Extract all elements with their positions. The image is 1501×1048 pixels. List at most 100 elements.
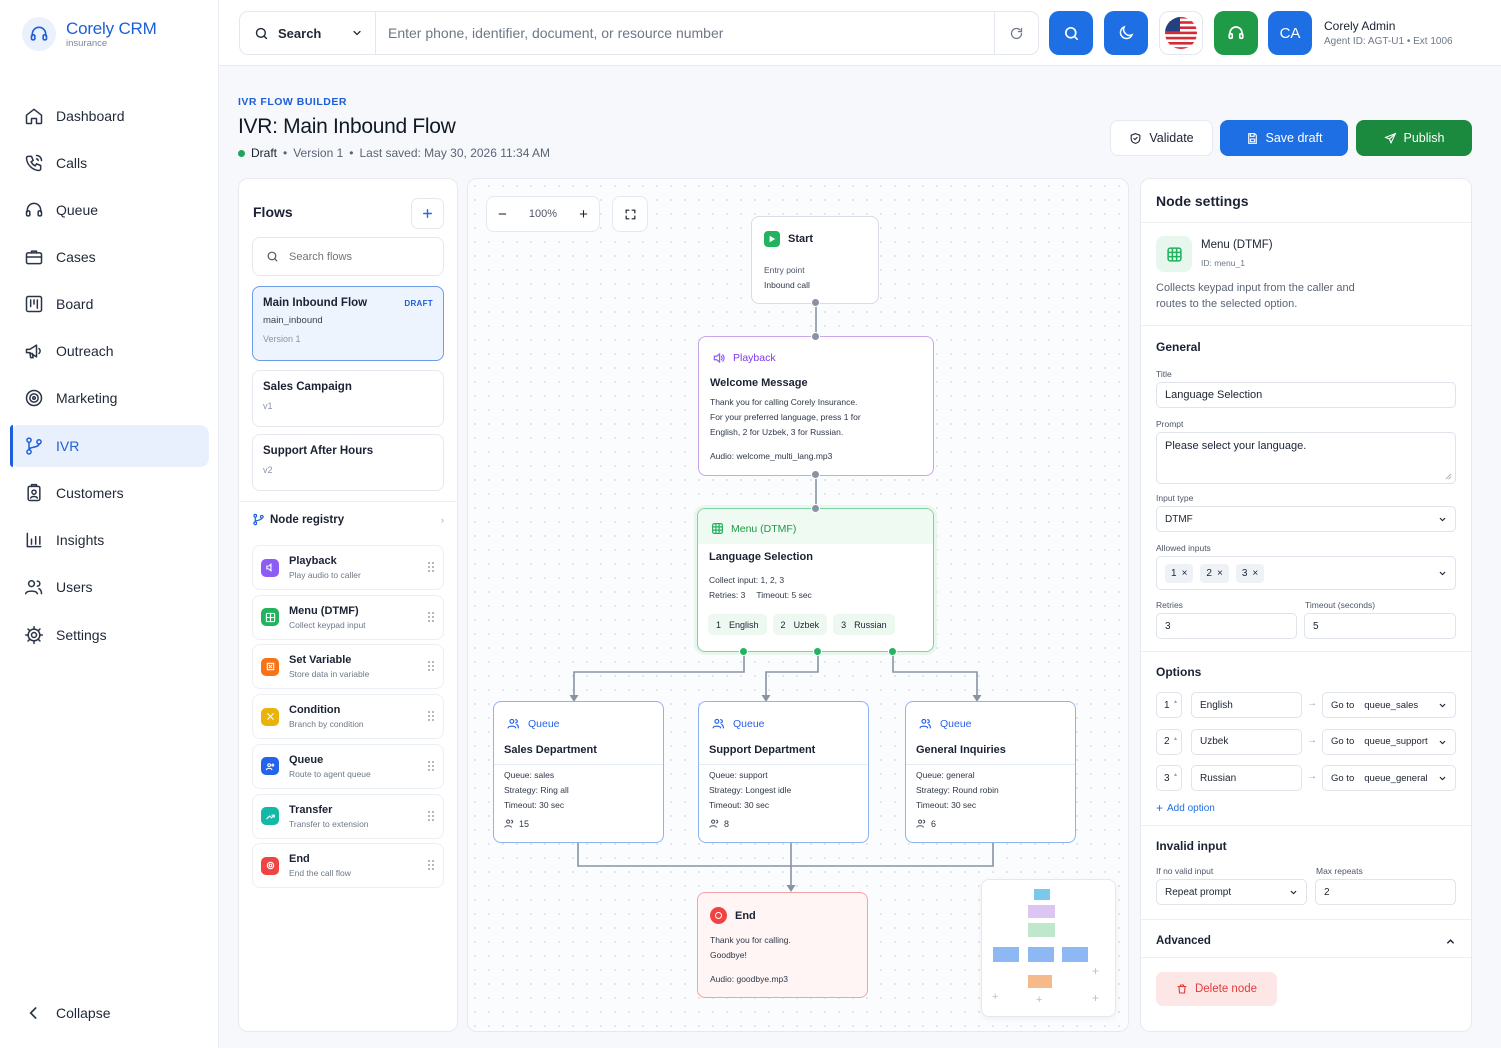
close-icon[interactable]: × bbox=[1182, 568, 1188, 579]
option-target-select[interactable]: Go to queue_sales bbox=[1322, 692, 1456, 718]
option-key-select[interactable]: 1 ▴ bbox=[1156, 692, 1182, 718]
headset-status-button[interactable] bbox=[1214, 11, 1258, 55]
allowed-input-tag[interactable]: 2 × bbox=[1200, 563, 1229, 583]
registry-item-set-variable[interactable]: Set Variable Store data in variable bbox=[252, 644, 444, 690]
option-key-select[interactable]: 2 ▴ bbox=[1156, 728, 1182, 755]
drag-handle-icon[interactable] bbox=[427, 710, 435, 722]
delete-node-button[interactable]: Delete node bbox=[1156, 972, 1277, 1006]
flow-item-support-after-hours[interactable]: Support After Hours v2 bbox=[252, 434, 444, 491]
sidebar-item-settings[interactable]: Settings bbox=[10, 614, 209, 656]
drag-handle-icon[interactable] bbox=[427, 561, 435, 573]
search-input[interactable] bbox=[376, 12, 994, 54]
sidebar-item-ivr[interactable]: IVR bbox=[10, 425, 209, 467]
node-title-field[interactable]: Language Selection bbox=[1156, 382, 1456, 408]
search-button[interactable] bbox=[1049, 11, 1093, 55]
allowed-input-tag[interactable]: 3 × bbox=[1235, 563, 1265, 583]
zoom-out-button[interactable]: − bbox=[498, 206, 507, 223]
search-type-select[interactable]: Search bbox=[240, 12, 376, 54]
registry-item-condition[interactable]: Condition Branch by condition bbox=[252, 694, 444, 740]
sidebar-item-marketing[interactable]: Marketing bbox=[10, 377, 209, 419]
user-avatar[interactable]: CA bbox=[1268, 11, 1312, 55]
menu-output-port-2[interactable] bbox=[813, 647, 822, 656]
fit-view-button[interactable] bbox=[612, 196, 648, 232]
sidebar-item-customers[interactable]: Customers bbox=[10, 472, 209, 514]
sidebar-item-outreach[interactable]: Outreach bbox=[10, 330, 209, 372]
menu-option-chips: 1 English 2 Uzbek 3 Russian bbox=[708, 614, 901, 635]
allowed-input-tag[interactable]: 1 × bbox=[1165, 563, 1194, 583]
publish-button[interactable]: Publish bbox=[1356, 120, 1472, 156]
user-info[interactable]: Corely Admin Agent ID: AGT-U1 • Ext 1006 bbox=[1324, 19, 1453, 47]
end-icon bbox=[261, 856, 279, 875]
sidebar-item-cases[interactable]: Cases bbox=[10, 236, 209, 278]
general-section-title: General bbox=[1156, 340, 1201, 354]
sidebar-item-queue[interactable]: Queue bbox=[10, 189, 209, 231]
drag-handle-icon[interactable] bbox=[427, 611, 435, 623]
start-node[interactable]: Start Entry point Inbound call bbox=[751, 216, 879, 304]
drag-handle-icon[interactable] bbox=[427, 760, 435, 772]
flow-canvas[interactable]: − 100% + Start Entry point Inbound call … bbox=[467, 178, 1129, 1032]
transfer-icon bbox=[261, 807, 279, 825]
validate-button[interactable]: Validate bbox=[1110, 120, 1213, 156]
sidebar-item-insights[interactable]: Insights bbox=[10, 519, 209, 561]
add-flow-button[interactable] bbox=[411, 198, 444, 229]
drag-handle-icon[interactable] bbox=[427, 859, 435, 871]
menu-dtmf-node[interactable]: Menu (DTMF) Language Selection Collect i… bbox=[697, 508, 934, 652]
flows-search-input[interactable] bbox=[289, 250, 429, 263]
save-draft-button[interactable]: Save draft bbox=[1220, 120, 1348, 156]
no-valid-input-select[interactable]: Repeat prompt bbox=[1156, 879, 1307, 905]
close-icon[interactable]: × bbox=[1217, 568, 1223, 579]
flow-item-main-inbound[interactable]: Main Inbound Flow DRAFT main_inbound Ver… bbox=[252, 286, 444, 361]
flow-item-sales-campaign[interactable]: Sales Campaign v1 bbox=[252, 370, 444, 427]
close-icon[interactable]: × bbox=[1252, 568, 1258, 579]
option-chip-3[interactable]: 3 Russian bbox=[833, 614, 895, 635]
option-chip-2[interactable]: 2 Uzbek bbox=[772, 614, 828, 635]
queue-node-general[interactable]: Queue General Inquiries Queue: general Stra… bbox=[905, 701, 1076, 843]
language-button[interactable] bbox=[1159, 11, 1203, 55]
sidebar-item-calls[interactable]: Calls bbox=[10, 142, 209, 184]
theme-toggle-button[interactable] bbox=[1104, 11, 1148, 55]
sidebar-item-dashboard[interactable]: Dashboard bbox=[10, 95, 209, 137]
queue-node-sales[interactable]: Queue Sales Department Queue: sales Strateg… bbox=[493, 701, 664, 843]
playback-node[interactable]: Playback Welcome Message Thank you for c… bbox=[698, 336, 934, 476]
registry-item-transfer[interactable]: Transfer Transfer to extension bbox=[252, 793, 444, 839]
registry-item-queue[interactable]: Queue Route to agent queue bbox=[252, 743, 444, 789]
drag-handle-icon[interactable] bbox=[427, 660, 435, 672]
playback-input-port[interactable] bbox=[811, 332, 820, 341]
option-label-input[interactable]: English bbox=[1191, 692, 1302, 718]
settings-node-id: ID: menu_1 bbox=[1201, 258, 1245, 268]
minimap[interactable]: + + + + bbox=[981, 879, 1116, 1017]
advanced-section-toggle[interactable]: Advanced bbox=[1156, 927, 1456, 955]
playback-output-port[interactable] bbox=[811, 470, 820, 479]
option-label-input[interactable]: Russian bbox=[1191, 765, 1302, 791]
input-type-select[interactable]: DTMF bbox=[1156, 506, 1456, 532]
registry-item-menu-dtmf[interactable]: Menu (DTMF) Collect keypad input bbox=[252, 594, 444, 640]
menu-output-port-3[interactable] bbox=[888, 647, 897, 656]
option-chip-1[interactable]: 1 English bbox=[708, 614, 767, 635]
option-target-select[interactable]: Go to queue_general bbox=[1322, 765, 1456, 791]
registry-item-end[interactable]: End End the call flow bbox=[252, 843, 444, 889]
queue-node-support[interactable]: Queue Support Department Queue: support Str… bbox=[698, 701, 869, 843]
brand[interactable]: Corely CRM insurance bbox=[22, 16, 157, 52]
option-key-select[interactable]: 3 ▴ bbox=[1156, 765, 1182, 791]
prompt-textarea[interactable]: Please select your language. bbox=[1156, 432, 1456, 484]
drag-handle-icon[interactable] bbox=[427, 810, 435, 822]
collapse-button[interactable]: Collapse bbox=[10, 992, 209, 1034]
chevron-down-icon bbox=[1439, 740, 1446, 744]
registry-item-playback[interactable]: Playback Play audio to caller bbox=[252, 545, 444, 590]
sidebar-item-users[interactable]: Users bbox=[10, 566, 209, 608]
refresh-button[interactable] bbox=[994, 12, 1038, 54]
menu-input-port[interactable] bbox=[811, 504, 820, 513]
retries-input[interactable]: 3 bbox=[1156, 613, 1297, 639]
zoom-in-button[interactable]: + bbox=[579, 206, 588, 223]
menu-output-port-1[interactable] bbox=[739, 647, 748, 656]
timeout-input[interactable]: 5 bbox=[1304, 613, 1456, 639]
option-label-input[interactable]: Uzbek bbox=[1191, 728, 1302, 755]
node-registry-header[interactable]: Node registry › bbox=[252, 513, 444, 526]
add-option-link[interactable]: + Add option bbox=[1156, 801, 1215, 815]
option-target-select[interactable]: Go to queue_support bbox=[1322, 728, 1456, 755]
max-repeats-input[interactable]: 2 bbox=[1315, 879, 1456, 905]
end-node[interactable]: End Thank you for calling. Goodbye! Audi… bbox=[697, 892, 868, 998]
allowed-inputs-select[interactable]: 1 × 2 × 3 × bbox=[1156, 556, 1456, 590]
sidebar-item-board[interactable]: Board bbox=[10, 283, 209, 325]
start-output-port[interactable] bbox=[811, 298, 820, 307]
